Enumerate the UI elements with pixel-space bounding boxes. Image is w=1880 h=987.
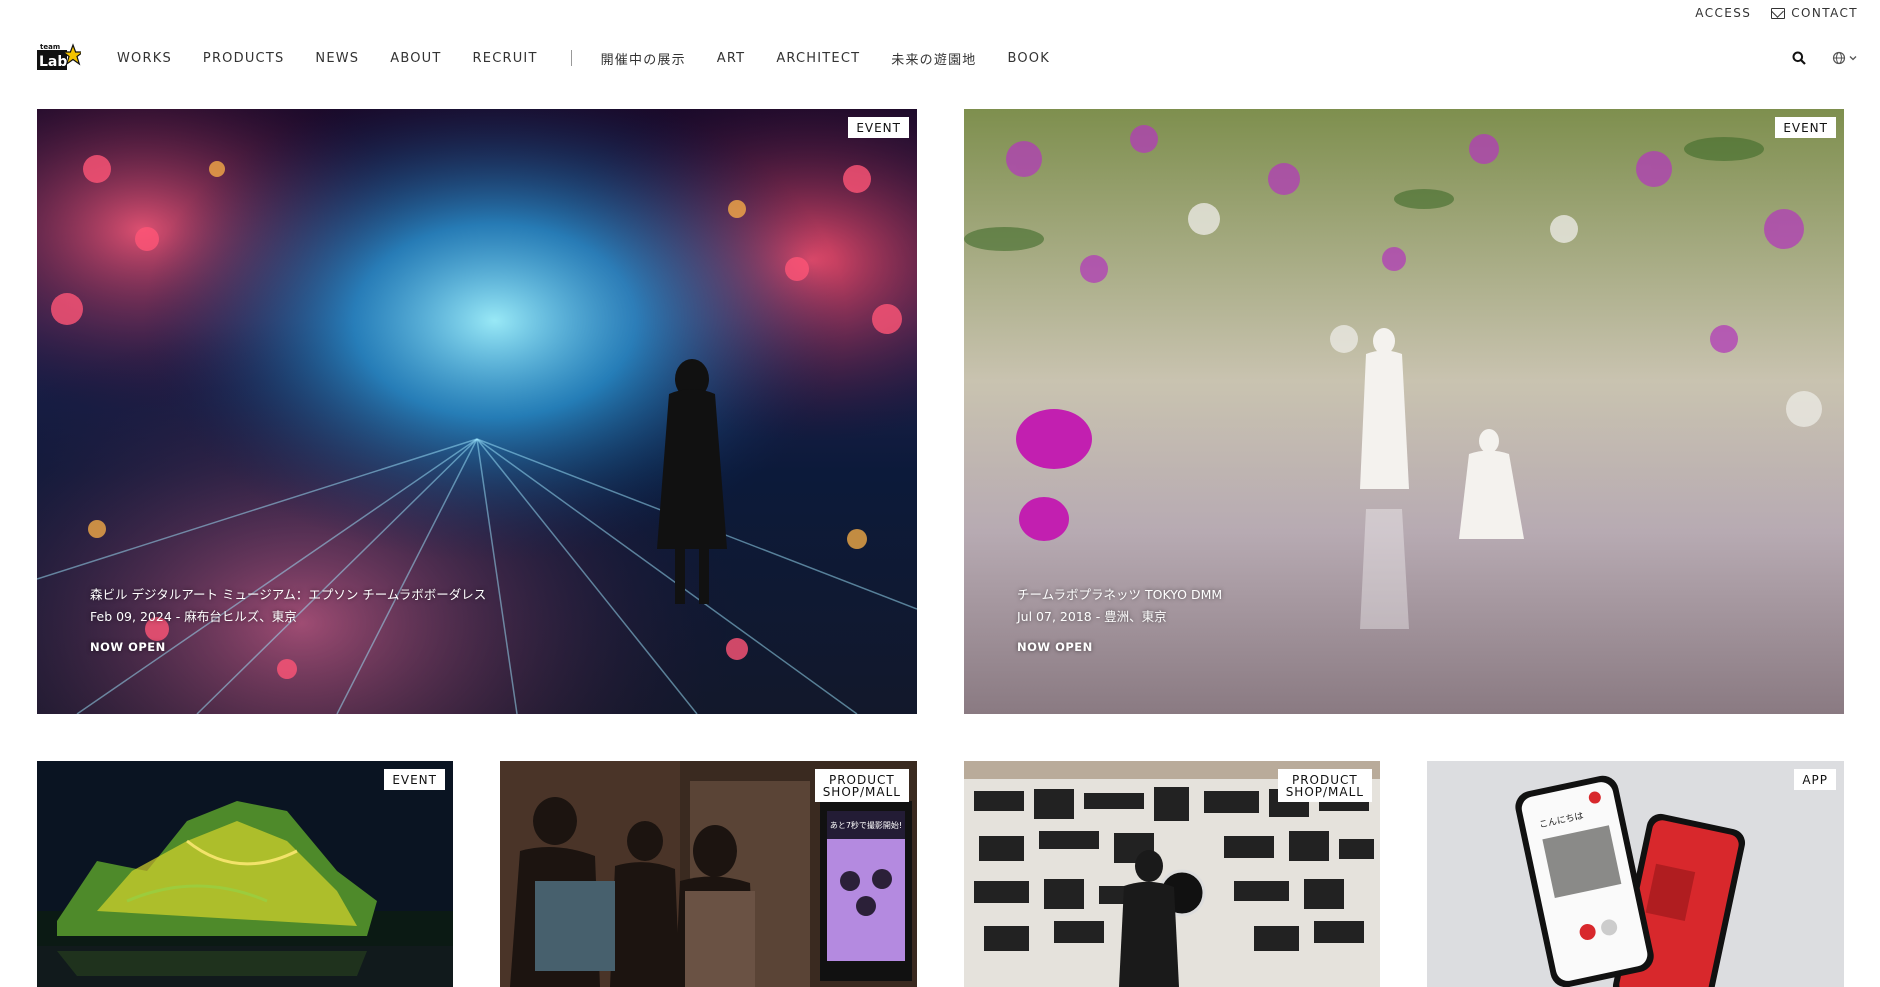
header-tools	[1792, 51, 1858, 65]
card-product-shop-2[interactable]: PRODUCT SHOP/MALL	[964, 761, 1380, 987]
card-title: 森ビル デジタルアート ミュージアム：エプソン チームラボボーダレス	[90, 587, 487, 602]
category-tag: APP	[1794, 769, 1836, 790]
card-title: チームラボプラネッツ TOKYO DMM	[1017, 587, 1223, 602]
card-status: NOW OPEN	[90, 640, 166, 654]
nav-item-news[interactable]: NEWS	[315, 51, 359, 66]
card-image-illuminated-building	[37, 761, 453, 987]
card-caption: チームラボプラネッツ TOKYO DMM Jul 07, 2018 - 豊洲、東…	[1017, 584, 1222, 658]
nav-divider	[570, 50, 572, 66]
tag-line-shop-mall: SHOP/MALL	[1285, 785, 1364, 799]
nav-item-book[interactable]: BOOK	[1007, 51, 1049, 66]
kiosk-screen-text: あと7秒で撮影開始!	[830, 820, 902, 830]
category-tag: EVENT	[384, 769, 445, 790]
contact-label: CONTACT	[1791, 6, 1858, 20]
card-planets[interactable]: EVENT チームラボプラネッツ TOKYO DMM Jul 07, 2018 …	[964, 109, 1844, 714]
utility-bar: ACCESS CONTACT	[1695, 0, 1858, 26]
nav-item-products[interactable]: PRODUCTS	[203, 51, 285, 66]
logo-text-lab: Lab	[39, 54, 67, 70]
category-tag: EVENT	[848, 117, 909, 138]
card-caption: 森ビル デジタルアート ミュージアム：エプソン チームラボボーダレス Feb 0…	[90, 584, 486, 658]
site-header: team Lab WORKS PRODUCTS NEWS ABOUT RECRU…	[37, 38, 1858, 78]
nav-item-works[interactable]: WORKS	[117, 51, 172, 66]
teamlab-logo[interactable]: team Lab	[37, 41, 85, 75]
contact-link[interactable]: CONTACT	[1771, 6, 1858, 20]
card-status: NOW OPEN	[1017, 640, 1093, 654]
main-nav: WORKS PRODUCTS NEWS ABOUT RECRUIT 開催中の展示…	[117, 49, 1081, 68]
category-tag: EVENT	[1775, 117, 1836, 138]
category-tag: PRODUCT SHOP/MALL	[1277, 769, 1372, 802]
logo-text-team: team	[40, 43, 60, 51]
card-image-app-phones: こんにちは	[1427, 761, 1844, 987]
card-app[interactable]: こんにちは APP	[1427, 761, 1844, 987]
nav-item-architect[interactable]: ARCHITECT	[776, 51, 860, 66]
mail-icon	[1771, 7, 1786, 19]
search-icon[interactable]	[1792, 51, 1806, 65]
card-borderless[interactable]: EVENT 森ビル デジタルアート ミュージアム：エプソン チームラボボーダレス…	[37, 109, 917, 714]
card-date: Feb 09, 2024 - 麻布台ヒルズ、東京	[90, 609, 297, 624]
nav-item-about[interactable]: ABOUT	[390, 51, 441, 66]
card-date: Jul 07, 2018 - 豊洲、東京	[1017, 609, 1167, 624]
nav-item-current-exhibitions[interactable]: 開催中の展示	[601, 49, 686, 68]
category-tag: PRODUCT SHOP/MALL	[814, 769, 909, 802]
nav-item-art[interactable]: ART	[717, 51, 746, 66]
nav-item-recruit[interactable]: RECRUIT	[473, 51, 538, 66]
language-globe-icon[interactable]	[1832, 51, 1858, 65]
nav-item-future-park[interactable]: 未来の遊園地	[891, 49, 976, 68]
card-event-building[interactable]: EVENT	[37, 761, 453, 987]
tag-line-shop-mall: SHOP/MALL	[822, 785, 901, 799]
access-link[interactable]: ACCESS	[1695, 6, 1751, 20]
card-product-shop-1[interactable]: あと7秒で撮影開始! PRODUCT SHOP/MALL	[500, 761, 917, 987]
